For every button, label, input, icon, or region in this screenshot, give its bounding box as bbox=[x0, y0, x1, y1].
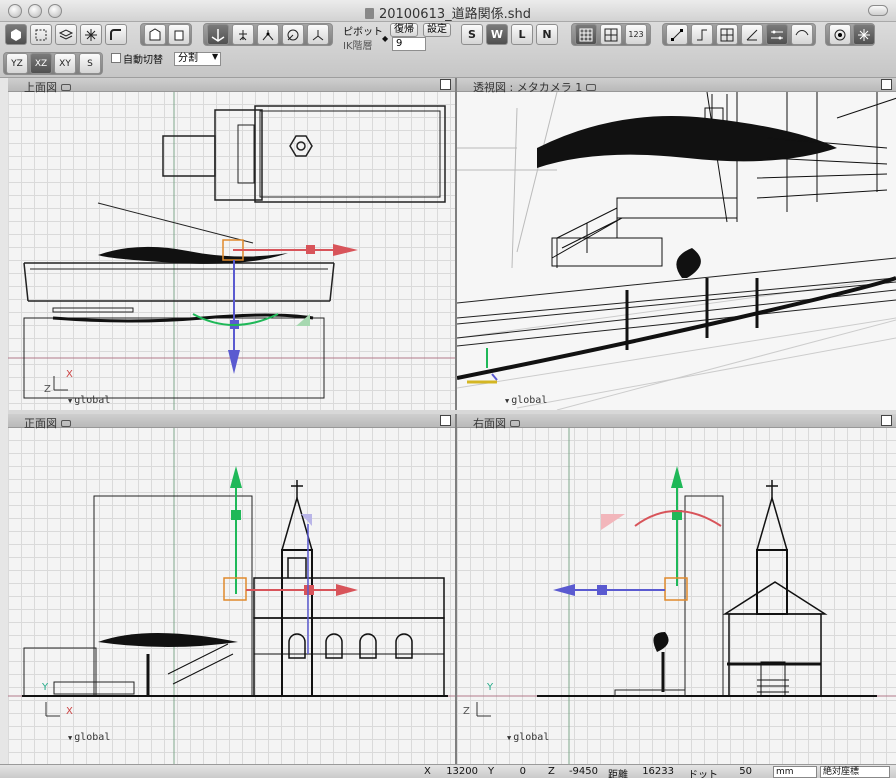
chevron-down-icon: ▼ bbox=[212, 52, 219, 61]
auto-switch-checkbox[interactable] bbox=[111, 53, 121, 63]
perspective-viewport[interactable]: 透視図 : メタカメラ 1 ▼ global bbox=[457, 78, 896, 410]
auto-switch-label: 自動切替 bbox=[123, 55, 163, 66]
unit-select[interactable]: mm bbox=[773, 766, 817, 778]
top-view-space-selector[interactable]: ▼ global bbox=[68, 395, 110, 406]
mode-l-button[interactable]: L bbox=[511, 24, 533, 45]
move-tool-icon[interactable] bbox=[207, 24, 229, 45]
plane-xy-button[interactable]: XY bbox=[54, 53, 76, 74]
distance-label: 距離 bbox=[608, 770, 628, 778]
split-bone-icon[interactable] bbox=[307, 24, 329, 45]
knife-icon[interactable] bbox=[741, 24, 763, 45]
right-view-drawing bbox=[457, 428, 896, 764]
skeleton-icon[interactable] bbox=[232, 24, 254, 45]
ik-stepper-icon[interactable]: ◆ bbox=[382, 34, 388, 43]
dot-label: ドット bbox=[688, 770, 718, 778]
z-label: Z bbox=[548, 766, 555, 777]
x-value: 13200 bbox=[446, 766, 478, 777]
dot-value: 50 bbox=[739, 766, 752, 777]
restore-button[interactable]: 復帰 bbox=[390, 23, 418, 37]
mode-n-button[interactable]: N bbox=[536, 24, 558, 45]
y-value: 0 bbox=[519, 766, 526, 777]
plane-xz-button[interactable]: XZ bbox=[30, 53, 52, 74]
top-view-header: 上面図 bbox=[8, 78, 455, 95]
perspective-drawing bbox=[457, 91, 896, 410]
view-cube-icon[interactable] bbox=[440, 415, 451, 426]
view-cube-icon[interactable] bbox=[881, 415, 892, 426]
curve-edit-icon[interactable] bbox=[791, 24, 813, 45]
window-title: 20100613_道路関係.shd bbox=[0, 3, 896, 22]
ruler-left bbox=[0, 78, 8, 764]
axis-y-label: Y bbox=[487, 682, 494, 693]
layers-icon[interactable] bbox=[55, 24, 77, 45]
perspective-header: 透視図 : メタカメラ 1 bbox=[457, 78, 896, 95]
rotate-joint-icon[interactable] bbox=[282, 24, 304, 45]
document-icon bbox=[364, 8, 374, 19]
create-solid-icon[interactable] bbox=[5, 24, 27, 45]
right-view-header: 右面図 bbox=[457, 414, 896, 431]
front-view-drawing bbox=[8, 428, 455, 764]
mode-s-button[interactable]: S bbox=[461, 24, 483, 45]
joint-icon[interactable] bbox=[257, 24, 279, 45]
axis-x-label: X bbox=[66, 369, 73, 380]
camera-icon bbox=[510, 420, 520, 427]
right-view-space-selector[interactable]: ▼ global bbox=[507, 732, 549, 743]
y-label: Y bbox=[488, 766, 495, 777]
cross-edit-icon[interactable] bbox=[716, 24, 738, 45]
camera-icon bbox=[61, 420, 71, 427]
ik-hierarchy-label: IK階層 bbox=[343, 41, 373, 52]
render-icon[interactable] bbox=[829, 24, 851, 45]
front-view-space-selector[interactable]: ▼ global bbox=[68, 732, 110, 743]
toolbar-toggle-button[interactable] bbox=[868, 5, 888, 16]
sparkle-icon[interactable] bbox=[80, 24, 102, 45]
four-view-icon[interactable] bbox=[600, 24, 622, 45]
right-view-title: 右面図 bbox=[473, 415, 520, 431]
shape-icon[interactable] bbox=[168, 24, 190, 45]
coordinate-mode-select[interactable]: 絶対座標 bbox=[820, 766, 890, 778]
light-icon[interactable] bbox=[853, 24, 875, 45]
part-icon[interactable] bbox=[144, 24, 166, 45]
view-cube-icon[interactable] bbox=[440, 79, 451, 90]
pivot-label: ピボット bbox=[343, 27, 383, 38]
camera-icon bbox=[586, 84, 597, 91]
axis-y-label: Y bbox=[42, 682, 49, 693]
axis-z-label: Z bbox=[463, 706, 470, 717]
front-view-title: 正面図 bbox=[24, 415, 71, 431]
perspective-space-selector[interactable]: ▼ global bbox=[505, 395, 547, 406]
status-bar: X 13200 Y 0 Z -9450 距離 16233 ドット 50 mm 絶… bbox=[0, 764, 896, 778]
distance-value: 16233 bbox=[642, 766, 674, 777]
line-edit-icon[interactable] bbox=[666, 24, 688, 45]
plane-s-button[interactable]: S bbox=[79, 53, 101, 74]
plane-yz-button[interactable]: YZ bbox=[6, 53, 28, 74]
toolbar: ピボット 復帰 設定 IK階層 ◆ 9 S W L N 123 YZ XZ XY… bbox=[0, 22, 896, 78]
front-view-header: 正面図 bbox=[8, 414, 455, 431]
z-value: -9450 bbox=[568, 766, 598, 777]
sweep-icon[interactable] bbox=[105, 24, 127, 45]
top-view-drawing bbox=[8, 92, 455, 410]
number-display-button[interactable]: 123 bbox=[625, 24, 647, 45]
top-view-title: 上面図 bbox=[24, 79, 71, 95]
axis-x-label: X bbox=[66, 706, 73, 717]
x-label: X bbox=[424, 766, 431, 777]
top-view-viewport[interactable]: 上面図 X Z ▼ global bbox=[8, 78, 455, 410]
grid-display-icon[interactable] bbox=[575, 24, 597, 45]
settings-button[interactable]: 設定 bbox=[423, 23, 451, 37]
right-view-viewport[interactable]: 右面図 Y Z ▼ global bbox=[457, 414, 896, 764]
path-edit-icon[interactable] bbox=[766, 24, 788, 45]
ik-hierarchy-select[interactable]: 9 bbox=[392, 37, 426, 51]
axis-z-label: Z bbox=[44, 384, 51, 395]
corner-edit-icon[interactable] bbox=[691, 24, 713, 45]
mode-w-button[interactable]: W bbox=[486, 24, 508, 45]
perspective-title: 透視図 : メタカメラ 1 bbox=[473, 79, 597, 95]
front-view-viewport[interactable]: 正面図 X Y ▼ global bbox=[8, 414, 455, 764]
title-bar: 20100613_道路関係.shd bbox=[0, 0, 896, 22]
view-cube-icon[interactable] bbox=[881, 79, 892, 90]
select-rect-icon[interactable] bbox=[30, 24, 52, 45]
camera-icon bbox=[61, 84, 71, 91]
